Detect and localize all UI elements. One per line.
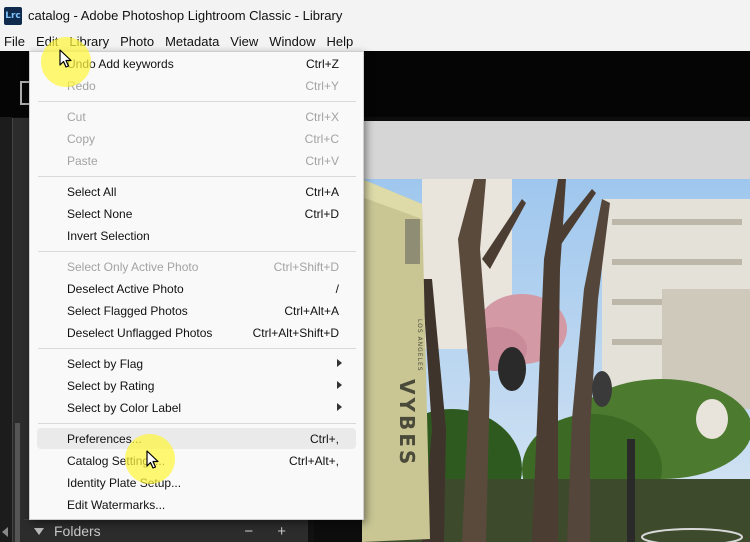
menu-window[interactable]: Window [265,34,319,49]
menu-separator [38,251,356,252]
submenu-arrow-icon [337,381,342,389]
menu-item-edit-watermarks[interactable]: Edit Watermarks... [37,494,356,515]
menu-photo[interactable]: Photo [116,34,158,49]
menu-item-select-by-color-label[interactable]: Select by Color Label [37,397,356,418]
menu-item-select-by-flag[interactable]: Select by Flag [37,353,356,374]
submenu-arrow-icon [337,403,342,411]
menu-item-identity-plate-setup[interactable]: Identity Plate Setup... [37,472,356,493]
submenu-arrow-icon [337,359,342,367]
menu-item-select-only-active-photo[interactable]: Select Only Active Photo Ctrl+Shift+D [37,256,356,277]
lightroom-app-icon: Lrc [4,6,22,25]
menu-help[interactable]: Help [323,34,358,49]
title-bar: Lrc catalog - Adobe Photoshop Lightroom … [0,0,750,31]
menu-item-select-flagged-photos[interactable]: Select Flagged Photos Ctrl+Alt+A [37,300,356,321]
menu-item-deselect-unflagged-photos[interactable]: Deselect Unflagged Photos Ctrl+Alt+Shift+… [37,322,356,343]
menu-item-copy[interactable]: Copy Ctrl+C [37,128,356,149]
folders-label: Folders [54,523,101,539]
menu-item-select-all[interactable]: Select All Ctrl+A [37,181,356,202]
menu-separator [38,423,356,424]
mouse-pointer-icon [59,49,72,68]
menu-metadata[interactable]: Metadata [161,34,223,49]
menu-item-deselect-active-photo[interactable]: Deselect Active Photo / [37,278,356,299]
collapse-left-arrow-icon[interactable] [2,527,8,537]
menu-separator [38,176,356,177]
photo-preview[interactable]: VYBES LOS ANGELES [362,179,750,542]
menu-separator [38,101,356,102]
photo-image: VYBES LOS ANGELES [362,179,750,542]
expand-triangle-icon[interactable] [34,527,44,535]
mouse-pointer-icon [146,450,159,469]
menu-view[interactable]: View [226,34,262,49]
menu-item-paste[interactable]: Paste Ctrl+V [37,150,356,171]
menu-bar: File Edit Library Photo Metadata View Wi… [0,31,750,51]
menu-separator [38,348,356,349]
menu-item-select-by-rating[interactable]: Select by Rating [37,375,356,396]
folders-add-remove-buttons[interactable]: − + [244,523,296,540]
menu-item-invert-selection[interactable]: Invert Selection [37,225,356,246]
menu-item-cut[interactable]: Cut Ctrl+X [37,106,356,127]
menu-item-preferences[interactable]: Preferences... Ctrl+, [37,428,356,449]
window-title: catalog - Adobe Photoshop Lightroom Clas… [28,8,343,23]
edit-menu-dropdown: Undo Add keywords Ctrl+Z Redo Ctrl+Y Cut Ct… [29,51,364,520]
menu-item-catalog-settings[interactable]: Catalog Settings... Ctrl+Alt+, [37,450,356,471]
menu-item-select-none[interactable]: Select None Ctrl+D [37,203,356,224]
sign-text: VYBES [395,379,419,467]
folders-panel-header[interactable]: Folders − + [24,519,306,542]
sign-subtext: LOS ANGELES [416,319,423,372]
left-panel-edge[interactable] [0,117,12,542]
left-panel-scrollbar[interactable] [15,423,20,542]
menu-file[interactable]: File [0,34,29,49]
